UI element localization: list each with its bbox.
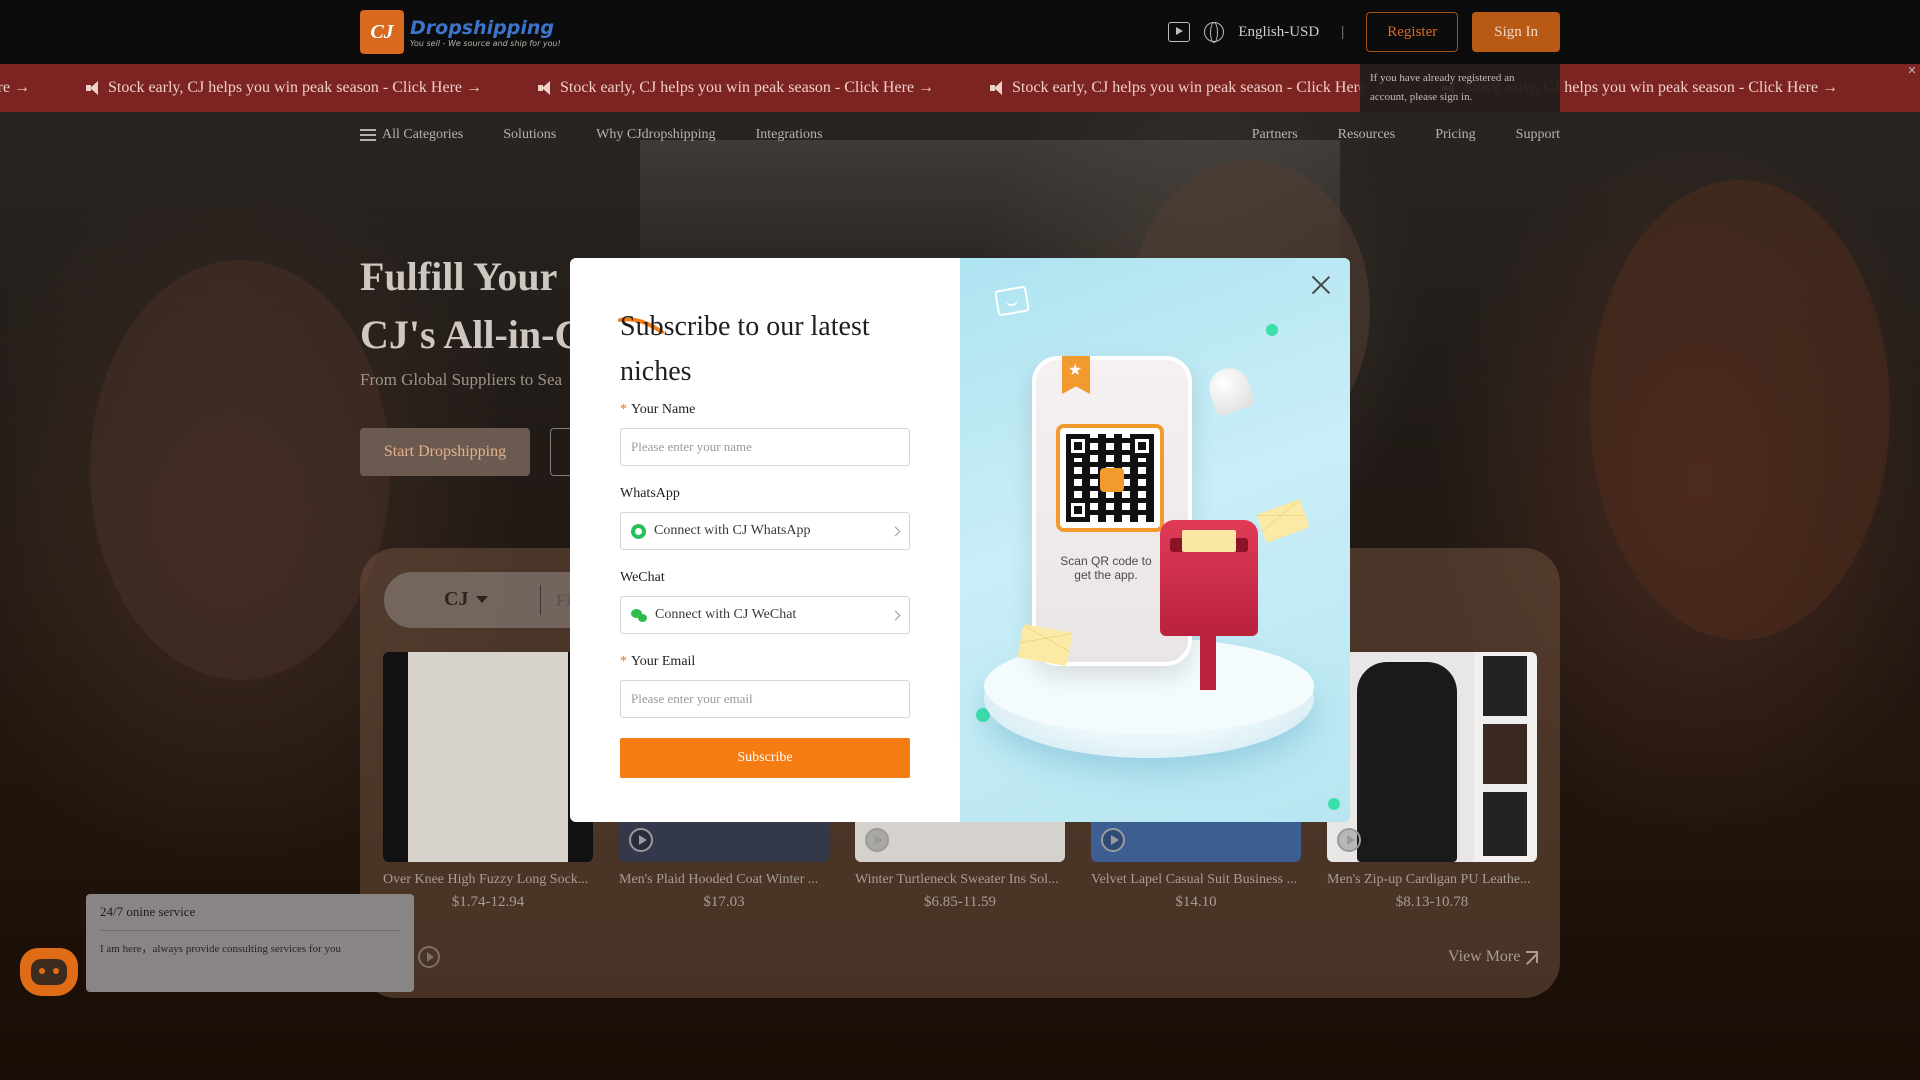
close-icon[interactable] <box>1310 274 1332 296</box>
product-price: $8.13-10.78 <box>1395 894 1469 910</box>
qr-code <box>1056 424 1164 532</box>
hero-title: Fulfill Your CJ's All-in-C <box>360 254 584 357</box>
globe-icon[interactable] <box>1204 22 1225 43</box>
product-image[interactable] <box>1327 652 1537 862</box>
whatsapp-label: WhatsApp <box>620 486 680 501</box>
signin-tooltip: If you have already registered an accoun… <box>1360 64 1560 112</box>
wechat-label: WeChat <box>620 570 665 585</box>
source-dropdown[interactable]: CJ <box>444 588 489 611</box>
scan-qr-text: Scan QR code to get the app. <box>1060 554 1152 582</box>
nav-why-cjdropshipping[interactable]: Why CJdropshipping <box>596 127 715 143</box>
product-card[interactable]: Men's Zip-up Cardigan PU Leathe... $8.13… <box>1327 652 1537 911</box>
envelope-icon <box>1256 499 1310 543</box>
view-more-link[interactable]: View More <box>1448 948 1539 966</box>
mailbox-post <box>1200 634 1216 690</box>
next-arrow-icon[interactable] <box>418 946 440 968</box>
speaker-icon <box>990 81 1008 95</box>
promo-marquee: Stock early, CJ helps you win peak seaso… <box>0 64 1920 112</box>
locale-selector[interactable]: English-USD <box>1238 24 1319 41</box>
nav-pricing[interactable]: Pricing <box>1435 127 1475 143</box>
nav-support[interactable]: Support <box>1516 127 1560 143</box>
chat-popup[interactable]: 24/7 onine service I am here，always prov… <box>86 894 414 992</box>
play-icon[interactable] <box>629 828 653 852</box>
product-title[interactable]: Velvet Lapel Casual Suit Business ... <box>1091 872 1301 888</box>
search-input[interactable]: Fi <box>556 590 571 611</box>
product-price: $14.10 <box>1175 894 1217 910</box>
smiley-icon <box>993 285 1031 317</box>
nav-integrations[interactable]: Integrations <box>756 127 823 143</box>
product-price: $6.85-11.59 <box>924 894 996 910</box>
nav-all-categories[interactable]: All Categories <box>360 127 463 143</box>
wechat-icon <box>631 608 647 622</box>
chevron-right-icon <box>890 526 901 536</box>
product-title[interactable]: Men's Plaid Hooded Coat Winter ... <box>619 872 829 888</box>
start-dropshipping-button[interactable]: Start Dropshipping <box>360 428 530 476</box>
name-input[interactable] <box>620 428 910 466</box>
speaker-icon <box>86 81 104 95</box>
email-input[interactable] <box>620 680 910 718</box>
product-title[interactable]: Over Knee High Fuzzy Long Sock... <box>383 872 593 888</box>
caret-down-icon <box>476 596 489 603</box>
product-price: $17.03 <box>703 894 745 910</box>
cj-logo[interactable]: CJ Dropshipping You sell - We source and… <box>360 10 561 54</box>
bell-icon <box>1204 362 1256 418</box>
product-title[interactable]: Winter Turtleneck Sweater Ins Sol... <box>855 872 1065 888</box>
name-label: * Your Name <box>620 402 696 417</box>
arrow-up-right-icon <box>1526 951 1539 963</box>
product-card[interactable]: Over Knee High Fuzzy Long Sock... $1.74-… <box>383 652 593 911</box>
hero-subtitle: From Global Suppliers to Sea <box>360 370 563 389</box>
menu-icon <box>360 129 376 141</box>
product-price: $1.74-12.94 <box>451 894 525 910</box>
nav-partners[interactable]: Partners <box>1252 127 1298 143</box>
sign-in-button[interactable]: Sign In <box>1472 12 1560 52</box>
marquee-item[interactable]: Stock early, CJ helps you win peak seaso… <box>538 79 934 97</box>
main-nav: All Categories Solutions Why CJdropshipp… <box>360 120 1560 150</box>
subscribe-button[interactable]: Subscribe <box>620 738 910 778</box>
email-label: * Your Email <box>620 654 696 669</box>
header-separator: | <box>1341 23 1345 40</box>
chat-robot-icon[interactable] <box>20 948 78 996</box>
decor-dot <box>1328 798 1340 810</box>
product-title[interactable]: Men's Zip-up Cardigan PU Leathe... <box>1327 872 1537 888</box>
whatsapp-icon <box>631 523 646 539</box>
logo-tagline: You sell - We source and ship for you! <box>410 38 561 48</box>
subscribe-form: Subscribe to our latest niches * Your Nam… <box>570 258 960 822</box>
chat-divider <box>100 930 400 931</box>
close-icon[interactable]: ✕ <box>1905 64 1919 78</box>
logo-mark: CJ <box>360 10 404 54</box>
search-divider <box>540 585 541 615</box>
cj-logo-icon <box>1100 468 1124 492</box>
connect-whatsapp-button[interactable]: Connect with CJ WhatsApp <box>620 512 910 550</box>
mailbox-icon <box>1160 520 1258 636</box>
marquee-item[interactable]: Stock early, CJ helps you win peak seaso… <box>86 79 482 97</box>
top-header: CJ Dropshipping You sell - We source and… <box>0 0 1920 64</box>
app-qr-illustration: Scan QR code to get the app. <box>960 258 1350 822</box>
play-icon[interactable] <box>865 828 889 852</box>
speaker-icon <box>538 81 556 95</box>
video-icon[interactable] <box>1168 22 1191 42</box>
marquee-item[interactable]: Stock early, CJ helps you win peak seaso… <box>990 79 1386 97</box>
nav-solutions[interactable]: Solutions <box>503 127 556 143</box>
modal-title: Subscribe to our latest niches <box>620 311 870 387</box>
nav-resources[interactable]: Resources <box>1338 127 1396 143</box>
subscribe-modal: Subscribe to our latest niches * Your Nam… <box>570 258 1350 822</box>
decor-dot <box>1266 324 1278 336</box>
chat-message: I am here，always provide consulting serv… <box>100 943 342 955</box>
play-icon[interactable] <box>1101 828 1125 852</box>
logo-name: Dropshipping <box>410 16 554 39</box>
chat-title: 24/7 onine service <box>100 904 196 919</box>
chevron-right-icon <box>890 610 901 620</box>
product-image[interactable] <box>383 652 593 862</box>
play-icon[interactable] <box>1337 828 1361 852</box>
register-button[interactable]: Register <box>1366 12 1459 52</box>
marquee-item[interactable]: Stock early, CJ helps you win peak seaso… <box>0 79 30 97</box>
connect-wechat-button[interactable]: Connect with CJ WeChat <box>620 596 910 634</box>
